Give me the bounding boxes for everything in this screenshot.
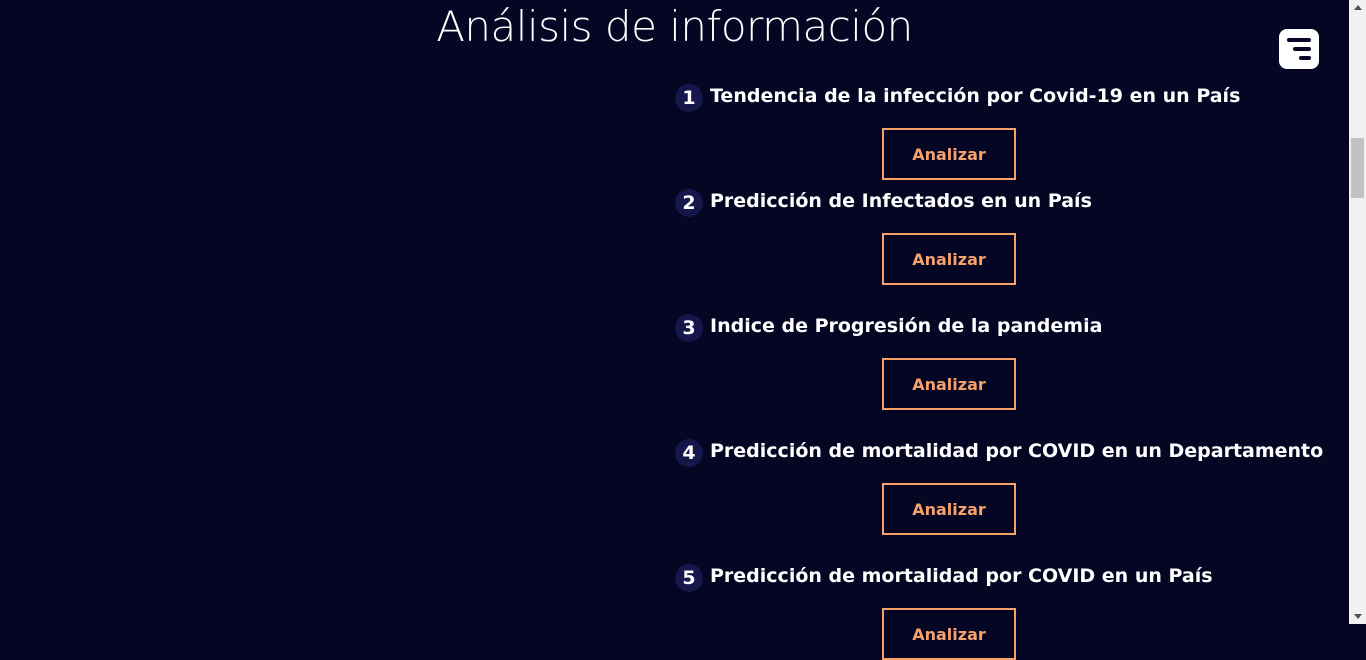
item-number-badge: 5 [675,564,703,592]
item-title: Indice de Progresión de la pandemia [710,315,1103,337]
menu-icon [1287,38,1311,42]
item-number-badge: 4 [675,439,703,467]
item-number-badge: 2 [675,189,703,217]
vertical-scrollbar[interactable] [1349,0,1366,624]
item-title: Predicción de Infectados en un País [710,190,1092,212]
analyze-button[interactable]: Analizar [882,358,1016,410]
page-title: Análisis de información [436,2,913,51]
analyze-button[interactable]: Analizar [882,608,1016,660]
item-number-badge: 1 [675,84,703,112]
analyze-button[interactable]: Analizar [882,233,1016,285]
scroll-down-arrow-icon[interactable] [1354,614,1362,619]
item-number-badge: 3 [675,314,703,342]
item-title: Tendencia de la infección por Covid-19 e… [710,85,1241,107]
item-title: Predicción de mortalidad por COVID en un… [710,440,1324,462]
item-title: Predicción de mortalidad por COVID en un… [710,565,1213,587]
analyze-button[interactable]: Analizar [882,483,1016,535]
menu-button[interactable] [1279,29,1319,69]
scrollbar-thumb[interactable] [1351,138,1364,198]
analyze-button[interactable]: Analizar [882,128,1016,180]
scroll-up-arrow-icon[interactable] [1354,5,1362,10]
